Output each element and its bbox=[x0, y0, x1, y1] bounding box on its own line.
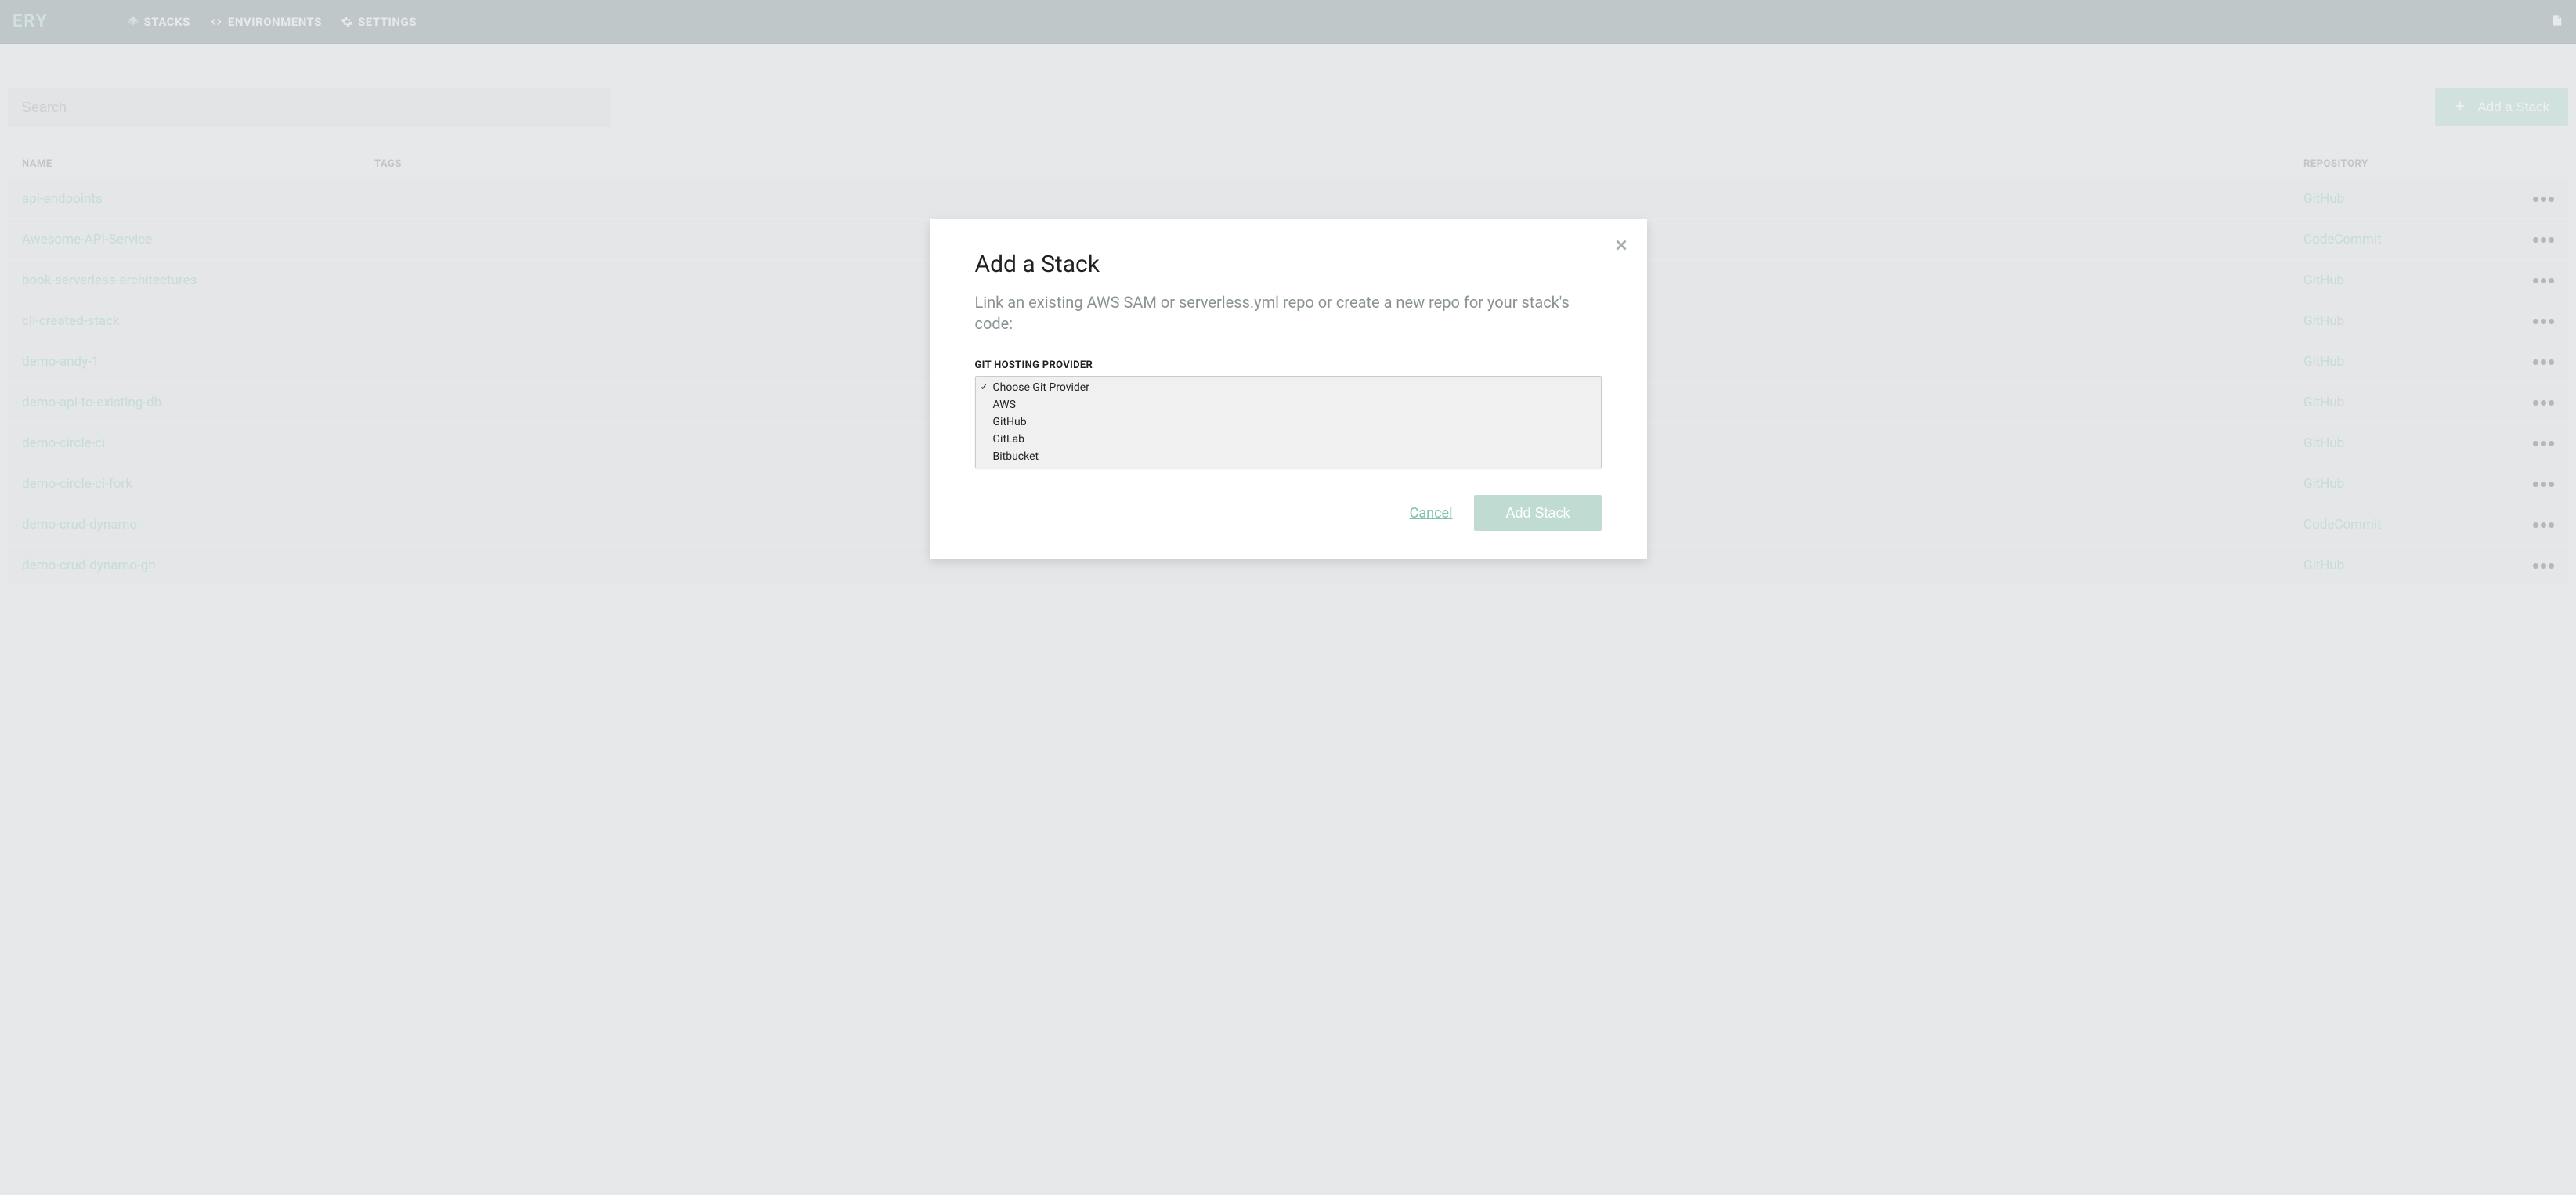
cancel-button[interactable]: Cancel bbox=[1410, 505, 1453, 522]
select-option[interactable]: Choose Git Provider bbox=[976, 377, 1601, 396]
select-option[interactable]: AWS bbox=[976, 396, 1601, 413]
modal-actions: Cancel Add Stack bbox=[975, 495, 1602, 531]
git-provider-label: GIT HOSTING PROVIDER bbox=[975, 359, 1602, 371]
modal-title: Add a Stack bbox=[975, 251, 1602, 278]
select-option[interactable]: GitLab bbox=[976, 431, 1601, 448]
modal-description: Link an existing AWS SAM or serverless.y… bbox=[975, 292, 1602, 334]
add-stack-submit-button[interactable]: Add Stack bbox=[1474, 495, 1601, 531]
select-option[interactable]: GitHub bbox=[976, 413, 1601, 431]
close-icon[interactable] bbox=[1613, 236, 1630, 257]
modal-overlay: Add a Stack Link an existing AWS SAM or … bbox=[0, 0, 2576, 1195]
git-provider-select[interactable]: Choose Git ProviderAWSGitHubGitLabBitbuc… bbox=[975, 376, 1602, 468]
add-stack-modal: Add a Stack Link an existing AWS SAM or … bbox=[930, 219, 1647, 559]
select-option[interactable]: Bitbucket bbox=[976, 448, 1601, 468]
